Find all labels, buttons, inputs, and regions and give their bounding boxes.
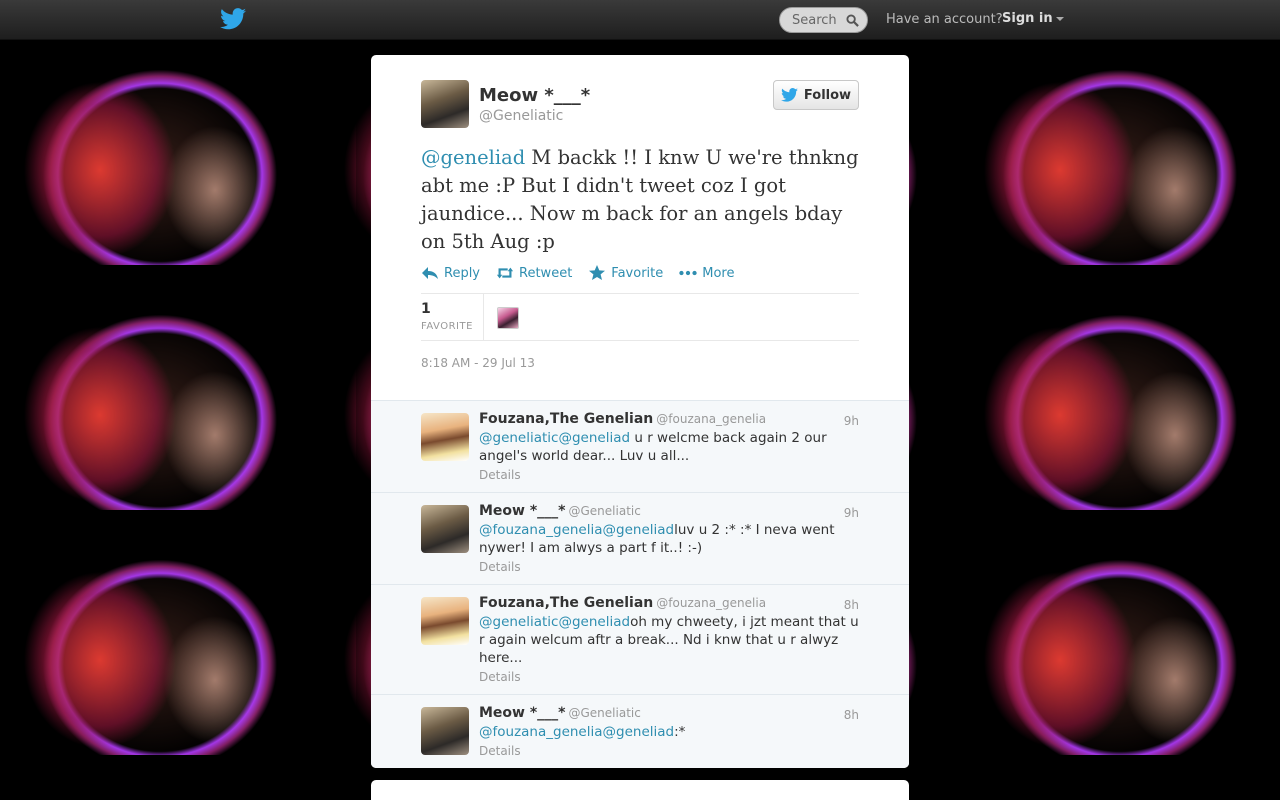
tweet-stats: 1 FAVORITE (421, 293, 859, 341)
reply-header: Meow *___* @Geneliatic (479, 705, 641, 721)
favoriter-avatar[interactable] (497, 307, 519, 329)
reply-screen-name[interactable]: @Geneliatic (569, 706, 641, 720)
reply-header: Fouzana,The Genelian @fouzana_genelia (479, 411, 766, 427)
more-dots-icon (679, 270, 697, 276)
reply-mention-link[interactable]: @geneliatic@geneliad (479, 614, 630, 630)
reply-label: Reply (444, 265, 481, 281)
retweet-label: Retweet (519, 265, 573, 281)
signin-dropdown[interactable]: Sign in (1002, 11, 1064, 26)
star-icon (589, 265, 606, 280)
reply-avatar[interactable] (421, 505, 469, 553)
follow-button[interactable]: Follow (773, 80, 859, 110)
twitter-bird-icon (781, 88, 798, 102)
tweet-mention-link[interactable]: @geneliad (421, 146, 525, 169)
reply-time[interactable]: 8h (844, 708, 859, 722)
reply-button[interactable]: Reply (421, 265, 480, 281)
stats-divider (483, 294, 484, 341)
reply-avatar[interactable] (421, 413, 469, 461)
tweet-actions: Reply Retweet Favorite More (421, 265, 734, 281)
favorite-count-label: FAVORITE (421, 321, 473, 332)
reply-text: @geneliatic@geneliad u r welcme back aga… (479, 429, 861, 465)
reply-fullname[interactable]: Meow *___* (479, 705, 566, 721)
search-box[interactable] (779, 7, 868, 33)
reply-time[interactable]: 8h (844, 598, 859, 612)
reply-header: Meow *___* @Geneliatic (479, 503, 641, 519)
reply-avatar[interactable] (421, 707, 469, 755)
reply-details-link[interactable]: Details (479, 560, 521, 574)
retweet-button[interactable]: Retweet (496, 265, 572, 281)
replies-list: Fouzana,The Genelian @fouzana_genelia 9h … (371, 400, 909, 768)
reply-details-link[interactable]: Details (479, 670, 521, 684)
retweet-icon (496, 267, 514, 279)
author-fullname[interactable]: Meow *___* (479, 85, 590, 106)
reply-avatar[interactable] (421, 597, 469, 645)
account-prompt: Have an account? (886, 12, 1003, 27)
reply-fullname[interactable]: Fouzana,The Genelian (479, 411, 653, 427)
reply-text: @geneliatic@geneliadoh my chweety, i jzt… (479, 613, 861, 667)
follow-label: Follow (803, 87, 852, 103)
reply-screen-name[interactable]: @Geneliatic (569, 504, 641, 518)
signin-label: Sign in (1002, 11, 1053, 26)
reply-mention-link[interactable]: @fouzana_genelia@geneliad (479, 522, 674, 538)
author-avatar[interactable] (421, 80, 469, 128)
reply-time[interactable]: 9h (844, 414, 859, 428)
reply-screen-name[interactable]: @fouzana_genelia (656, 596, 766, 610)
search-icon[interactable] (846, 14, 859, 27)
favorite-label: Favorite (611, 265, 664, 281)
reply-item[interactable]: Fouzana,The Genelian @fouzana_genelia 8h … (371, 584, 909, 694)
reply-details-link[interactable]: Details (479, 468, 521, 482)
reply-header: Fouzana,The Genelian @fouzana_genelia (479, 595, 766, 611)
more-label: More (702, 265, 735, 281)
reply-icon (422, 267, 438, 279)
chevron-down-icon (1055, 16, 1064, 21)
tweet-text: @geneliad M backk !! I knw U we're thnkn… (421, 144, 863, 256)
reply-item[interactable]: Fouzana,The Genelian @fouzana_genelia 9h … (371, 400, 909, 492)
more-button[interactable]: More (679, 265, 734, 281)
favorite-button[interactable]: Favorite (588, 265, 663, 281)
reply-time[interactable]: 9h (844, 506, 859, 520)
author-screen-name[interactable]: @Geneliatic (479, 108, 563, 124)
reply-details-link[interactable]: Details (479, 744, 521, 758)
tweet-card: Meow *___* @Geneliatic Follow @geneliad … (371, 55, 909, 768)
reply-body: :* (674, 724, 686, 740)
reply-fullname[interactable]: Meow *___* (479, 503, 566, 519)
reply-item[interactable]: Meow *___* @Geneliatic 9h @fouzana_geneli… (371, 492, 909, 584)
reply-text: @fouzana_genelia@geneliadluv u 2 :* :* I… (479, 521, 861, 557)
reply-screen-name[interactable]: @fouzana_genelia (656, 412, 766, 426)
reply-fullname[interactable]: Fouzana,The Genelian (479, 595, 653, 611)
twitter-bird-icon[interactable] (220, 8, 246, 30)
top-bar: Have an account? Sign in (0, 0, 1280, 40)
reply-item[interactable]: Meow *___* @Geneliatic 8h @fouzana_geneli… (371, 694, 909, 768)
secondary-card (371, 780, 909, 800)
tweet-timestamp[interactable]: 8:18 AM - 29 Jul 13 (421, 356, 535, 370)
reply-mention-link[interactable]: @fouzana_genelia@geneliad (479, 724, 674, 740)
favorite-count[interactable]: 1 (421, 301, 431, 317)
reply-text: @fouzana_genelia@geneliad:* (479, 723, 861, 741)
reply-mention-link[interactable]: @geneliatic@geneliad (479, 430, 630, 446)
